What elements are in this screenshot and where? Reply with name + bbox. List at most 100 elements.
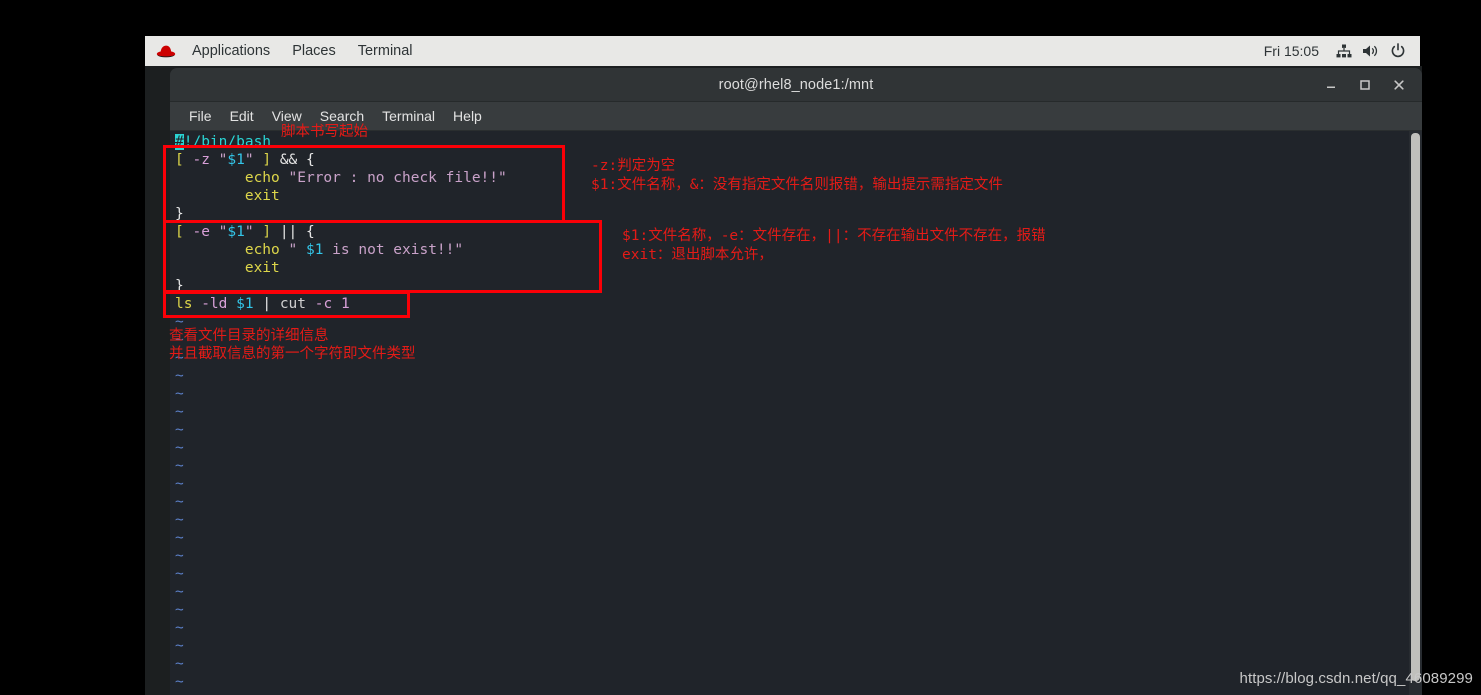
annotation-script-start: 脚本书写起始 bbox=[281, 124, 368, 140]
empty-line-marker: ~ bbox=[175, 439, 507, 457]
volume-icon[interactable] bbox=[1359, 36, 1383, 66]
code-line: echo "Error : no check file!!" bbox=[175, 169, 507, 187]
empty-line-marker: ~ bbox=[175, 511, 507, 529]
empty-line-marker: ~ bbox=[175, 673, 507, 691]
empty-line-marker: ~ bbox=[175, 565, 507, 583]
empty-line-marker: ~ bbox=[175, 403, 507, 421]
empty-line-marker: ~ bbox=[175, 637, 507, 655]
tilde-icon: ~ bbox=[175, 584, 184, 600]
code-token: ] bbox=[262, 224, 272, 240]
window-titlebar[interactable]: root@rhel8_node1:/mnt bbox=[170, 68, 1422, 102]
menu-places[interactable]: Places bbox=[281, 36, 347, 66]
terminal-scrollbar[interactable] bbox=[1409, 131, 1422, 695]
code-token: } bbox=[175, 206, 184, 222]
menu-file[interactable]: File bbox=[180, 102, 221, 130]
tilde-icon: ~ bbox=[175, 386, 184, 402]
code-line: [ -e "$1" ] || { bbox=[175, 223, 507, 241]
code-line: echo " $1 is not exist!!" bbox=[175, 241, 507, 259]
vim-cursor: # bbox=[175, 134, 184, 150]
maximize-icon[interactable] bbox=[1348, 72, 1382, 98]
tilde-icon: ~ bbox=[175, 368, 184, 384]
tilde-icon: ~ bbox=[175, 404, 184, 420]
code-token: $1 bbox=[227, 224, 245, 240]
tilde-icon: ~ bbox=[175, 548, 184, 564]
tilde-icon: ~ bbox=[175, 476, 184, 492]
code-token: $1 bbox=[305, 242, 324, 258]
annotation-z-empty: -z:判定为空 bbox=[591, 158, 676, 174]
menu-terminal[interactable]: Terminal bbox=[347, 36, 424, 66]
code-line: } bbox=[175, 205, 507, 223]
power-icon[interactable] bbox=[1386, 36, 1410, 66]
minimize-icon[interactable] bbox=[1314, 72, 1348, 98]
annotation-arg1-exists: $1:文件名称，-e：文件存在，||：不存在输出文件不存在，报错 bbox=[622, 228, 1046, 244]
code-token: echo bbox=[244, 242, 280, 258]
empty-line-marker: ~ bbox=[175, 421, 507, 439]
menu-help[interactable]: Help bbox=[444, 102, 491, 130]
empty-line-marker: ~ bbox=[175, 547, 507, 565]
empty-line-marker: ~ bbox=[175, 493, 507, 511]
tilde-icon: ~ bbox=[175, 656, 184, 672]
code-token: !/bin/bash bbox=[183, 134, 272, 150]
close-icon[interactable] bbox=[1382, 72, 1416, 98]
code-token: ] bbox=[262, 152, 272, 168]
code-token: | bbox=[262, 296, 272, 312]
network-icon[interactable] bbox=[1332, 36, 1356, 66]
top-bar-left-group: Applications Places Terminal bbox=[145, 36, 424, 66]
redhat-logo-icon bbox=[153, 36, 179, 66]
terminal-scrollbar-thumb[interactable] bbox=[1411, 133, 1420, 681]
code-token: " bbox=[288, 242, 306, 258]
empty-line-marker: ~ bbox=[175, 619, 507, 637]
code-token: $1 bbox=[227, 152, 245, 168]
empty-line-marker: ~ bbox=[175, 583, 507, 601]
code-token: cut bbox=[279, 296, 307, 312]
code-token: -e bbox=[192, 224, 210, 240]
empty-line-marker: ~ bbox=[175, 601, 507, 619]
tilde-icon: ~ bbox=[175, 422, 184, 438]
code-token: } bbox=[175, 278, 184, 294]
code-line: ls -ld $1 | cut -c 1 bbox=[175, 295, 507, 313]
top-bar-status-area[interactable]: Fri 15:05 bbox=[1254, 36, 1410, 66]
empty-line-marker: ~ bbox=[175, 529, 507, 547]
empty-line-marker: ~ bbox=[175, 385, 507, 403]
code-token: -c bbox=[314, 296, 333, 312]
tilde-icon: ~ bbox=[175, 530, 184, 546]
code-line: exit bbox=[175, 259, 507, 277]
tilde-icon: ~ bbox=[175, 620, 184, 636]
code-token: && bbox=[279, 152, 298, 168]
menu-edit[interactable]: Edit bbox=[221, 102, 263, 130]
code-token: exit bbox=[244, 188, 280, 204]
code-token: [ bbox=[175, 152, 184, 168]
tilde-icon: ~ bbox=[175, 494, 184, 510]
code-token: || bbox=[279, 224, 298, 240]
code-token: [ bbox=[175, 224, 184, 240]
menu-applications[interactable]: Applications bbox=[181, 36, 281, 66]
code-token: is not exist!!" bbox=[323, 242, 464, 258]
clock[interactable]: Fri 15:05 bbox=[1254, 43, 1329, 59]
tilde-icon: ~ bbox=[175, 638, 184, 654]
annotation-exit: exit：退出脚本允许， bbox=[622, 247, 773, 263]
terminal-body[interactable]: #!/bin/bash[ -z "$1" ] && { echo "Error … bbox=[170, 131, 1422, 695]
empty-line-marker: ~ bbox=[175, 475, 507, 493]
code-line: exit bbox=[175, 187, 507, 205]
menu-terminal-label: Terminal bbox=[357, 43, 413, 59]
code-token: $1 bbox=[236, 296, 254, 312]
menu-terminal-menu[interactable]: Terminal bbox=[373, 102, 444, 130]
vim-editor-buffer[interactable]: #!/bin/bash[ -z "$1" ] && { echo "Error … bbox=[175, 133, 507, 691]
menu-places-label: Places bbox=[292, 43, 336, 59]
menu-applications-label: Applications bbox=[192, 43, 271, 59]
tilde-icon: ~ bbox=[175, 566, 184, 582]
